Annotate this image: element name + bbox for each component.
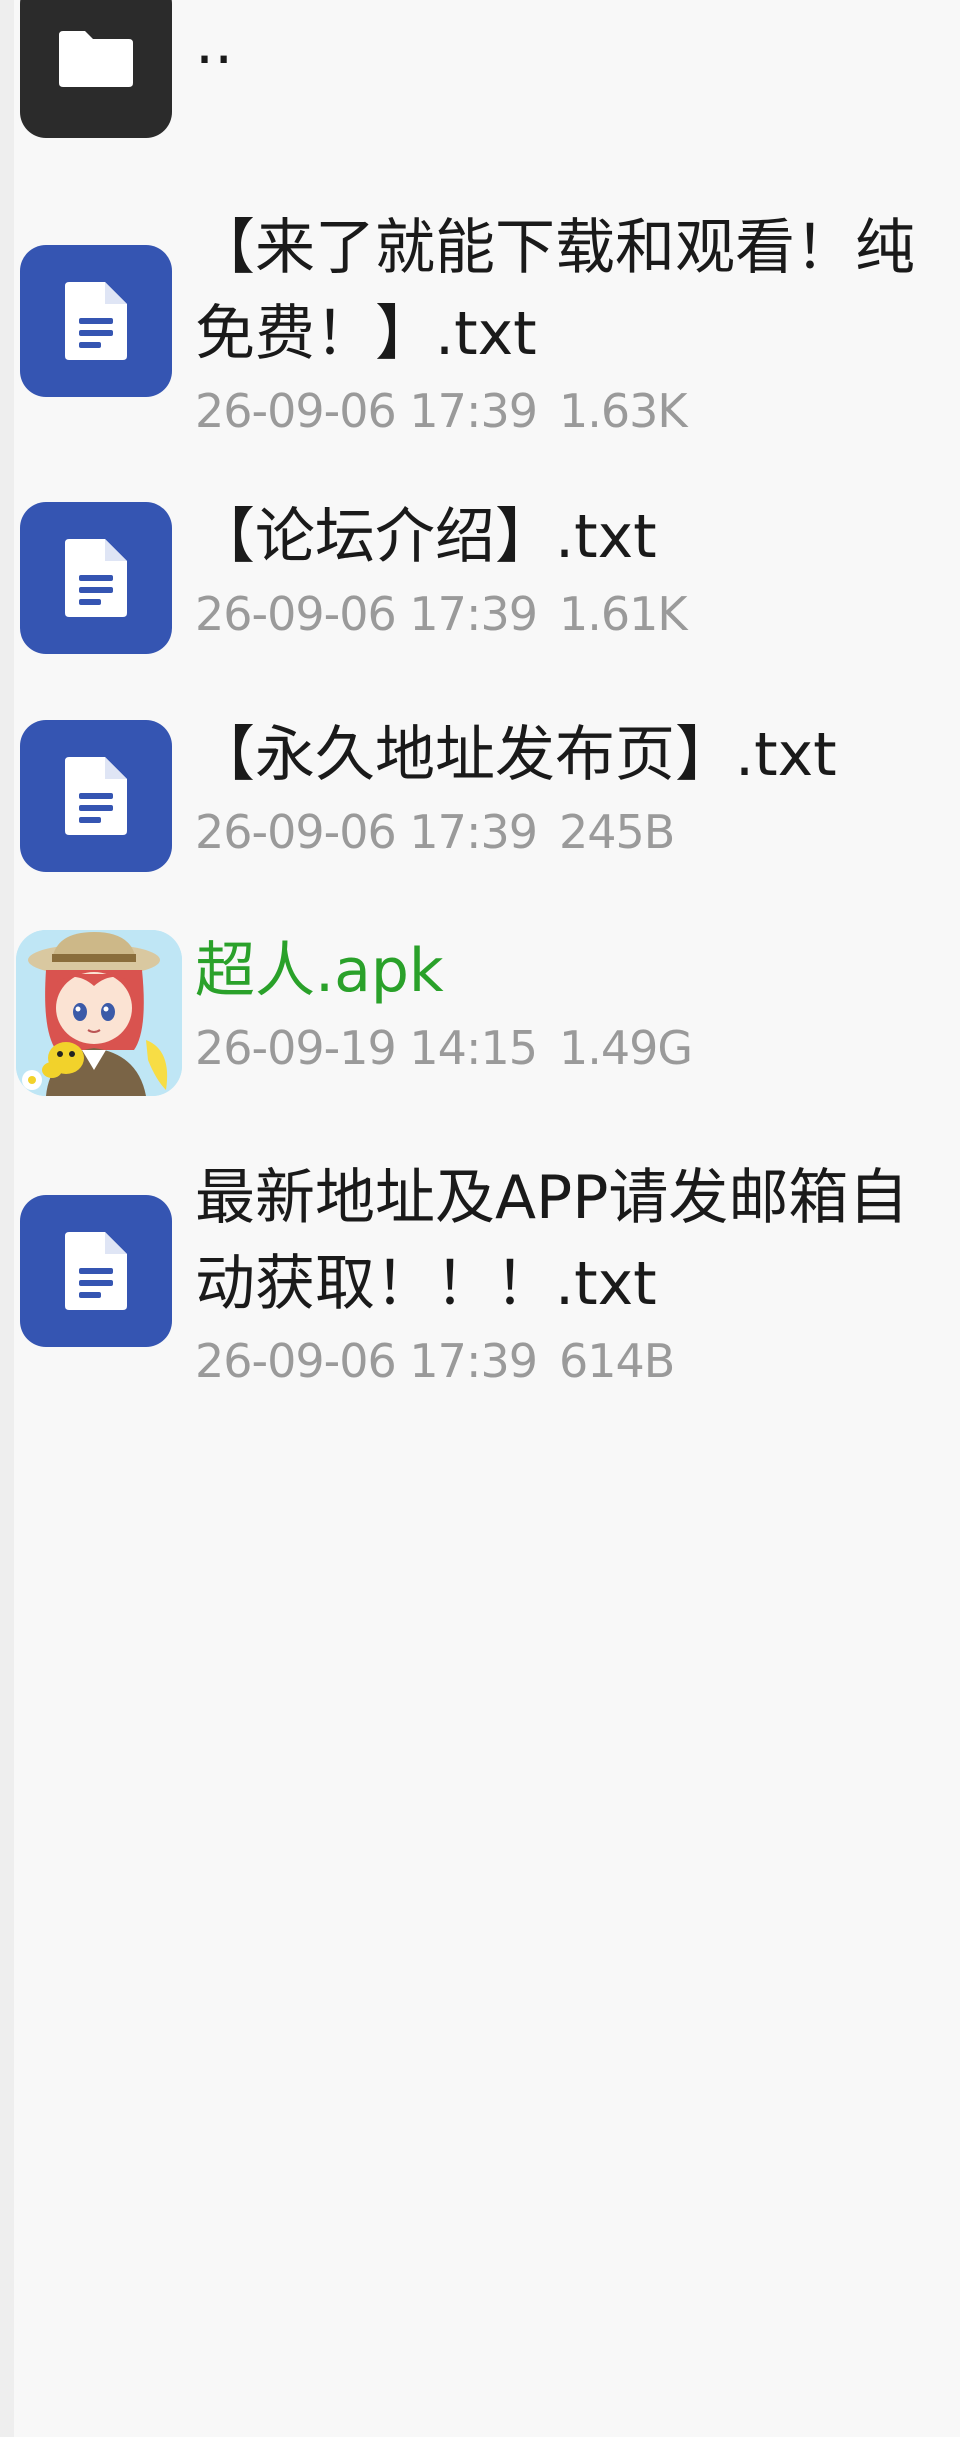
file-name: 【来了就能下载和观看！纯免费！】.txt: [195, 213, 915, 369]
file-size: 1.61K: [558, 587, 688, 641]
file-row[interactable]: 【论坛介绍】.txt 26-09-06 17:39 1.61K: [0, 502, 960, 662]
file-text: 【来了就能下载和观看！纯免费！】.txt 26-09-06 17:39 1.63K: [195, 205, 938, 441]
file-name: 超人.apk: [195, 936, 444, 1006]
file-name: 最新地址及APP请发邮箱自动获取！！！.txt: [195, 1163, 909, 1319]
file-meta: 26-09-06 17:39 245B: [195, 802, 938, 862]
file-row[interactable]: 【来了就能下载和观看！纯免费！】.txt 26-09-06 17:39 1.63K: [0, 205, 960, 445]
file-text: 【永久地址发布页】.txt 26-09-06 17:39 245B: [195, 712, 938, 862]
file-text: 最新地址及APP请发邮箱自动获取！！！.txt 26-09-06 17:39 61…: [195, 1155, 938, 1391]
file-date: 26-09-19 14:15: [195, 1021, 538, 1075]
folder-icon: [20, 0, 172, 138]
file-size: 245B: [558, 805, 675, 859]
file-name: 【永久地址发布页】.txt: [195, 720, 837, 790]
file-row[interactable]: 【永久地址发布页】.txt 26-09-06 17:39 245B: [0, 720, 960, 880]
parent-folder-label: ..: [195, 8, 234, 78]
parent-folder-row[interactable]: ..: [0, 0, 960, 143]
file-size: 1.63K: [558, 384, 688, 438]
file-size: 1.49G: [558, 1021, 693, 1075]
document-icon: [20, 245, 172, 397]
file-meta: 26-09-06 17:39 1.61K: [195, 584, 938, 644]
file-row[interactable]: 最新地址及APP请发邮箱自动获取！！！.txt 26-09-06 17:39 61…: [0, 1155, 960, 1395]
file-date: 26-09-06 17:39: [195, 587, 538, 641]
file-size: 614B: [558, 1334, 675, 1388]
file-text: 超人.apk 26-09-19 14:15 1.49G: [195, 928, 938, 1078]
file-meta: 26-09-19 14:15 1.49G: [195, 1018, 938, 1078]
file-date: 26-09-06 17:39: [195, 384, 538, 438]
file-text: 【论坛介绍】.txt 26-09-06 17:39 1.61K: [195, 494, 938, 644]
file-meta: 26-09-06 17:39 614B: [195, 1331, 938, 1391]
file-meta: 26-09-06 17:39 1.63K: [195, 381, 938, 441]
file-date: 26-09-06 17:39: [195, 1334, 538, 1388]
document-icon: [20, 1195, 172, 1347]
file-row-apk[interactable]: 超人.apk 26-09-19 14:15 1.49G: [0, 930, 960, 1106]
file-date: 26-09-06 17:39: [195, 805, 538, 859]
document-icon: [20, 720, 172, 872]
file-name: 【论坛介绍】.txt: [195, 502, 657, 572]
app-icon: [16, 930, 182, 1096]
document-icon: [20, 502, 172, 654]
